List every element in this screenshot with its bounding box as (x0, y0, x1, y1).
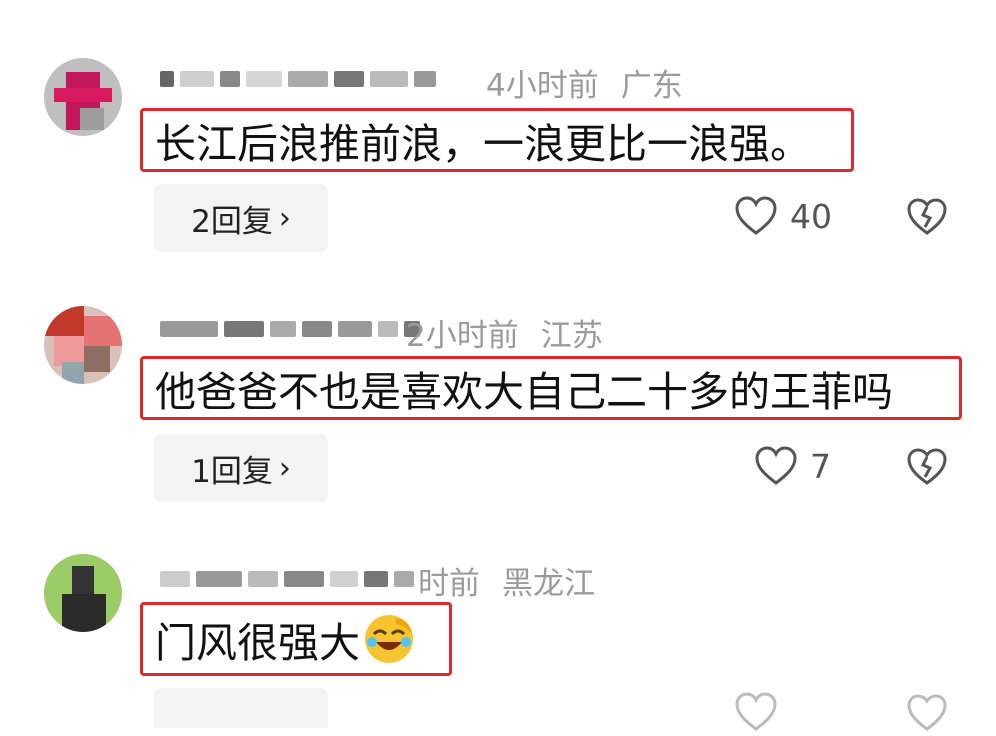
comment-time: 时前 (418, 566, 480, 602)
comment-time: 2小时前 (406, 318, 519, 354)
comment-region: 黑龙江 (502, 566, 595, 602)
like-button[interactable]: 7 (754, 446, 831, 486)
avatar[interactable] (44, 58, 122, 136)
avatar[interactable] (44, 554, 122, 632)
like-count: 7 (810, 446, 831, 486)
broken-heart-icon (907, 198, 947, 235)
comment-text: 门风很强大 (155, 619, 360, 667)
avatar[interactable] (44, 306, 122, 384)
username-blurred[interactable] (160, 66, 436, 92)
chevron-right-icon: › (278, 200, 291, 236)
replies-button[interactable]: 1回复 › (154, 434, 328, 502)
replies-button[interactable]: 2回复 › (154, 184, 328, 252)
dislike-button[interactable] (906, 694, 948, 736)
comment-meta: 4小时前 广东 (486, 60, 683, 105)
comment-text: 他爸爸不也是喜欢大自己二十多的王菲吗 (140, 356, 962, 420)
comment-text-box: 门风很强大 (140, 602, 452, 676)
comment-meta: 2小时前 江苏 (406, 310, 603, 355)
like-button[interactable] (734, 692, 790, 732)
comment-region: 江苏 (540, 318, 603, 354)
broken-heart-icon (907, 448, 947, 485)
comment-meta: 时前 黑龙江 (418, 558, 595, 603)
comment-time: 4小时前 (486, 68, 599, 104)
heart-outline-icon (735, 196, 777, 235)
comment-region: 广东 (620, 68, 683, 104)
comment-text: 长江后浪推前浪，一浪更比一浪强。 (140, 108, 854, 172)
laugh-cry-emoji-icon (365, 615, 413, 663)
dislike-button[interactable] (906, 448, 948, 490)
replies-button-partial[interactable] (154, 688, 328, 728)
reply-label: 2回复 (191, 203, 273, 240)
broken-heart-icon (907, 694, 947, 731)
username-blurred[interactable] (160, 566, 414, 592)
heart-outline-icon (735, 692, 777, 731)
heart-outline-icon (755, 446, 797, 485)
dislike-button[interactable] (906, 198, 948, 240)
like-count: 40 (790, 196, 832, 236)
reply-label: 1回复 (191, 453, 273, 490)
username-blurred[interactable] (160, 316, 420, 342)
like-button[interactable]: 40 (734, 196, 832, 236)
chevron-right-icon: › (278, 450, 291, 486)
